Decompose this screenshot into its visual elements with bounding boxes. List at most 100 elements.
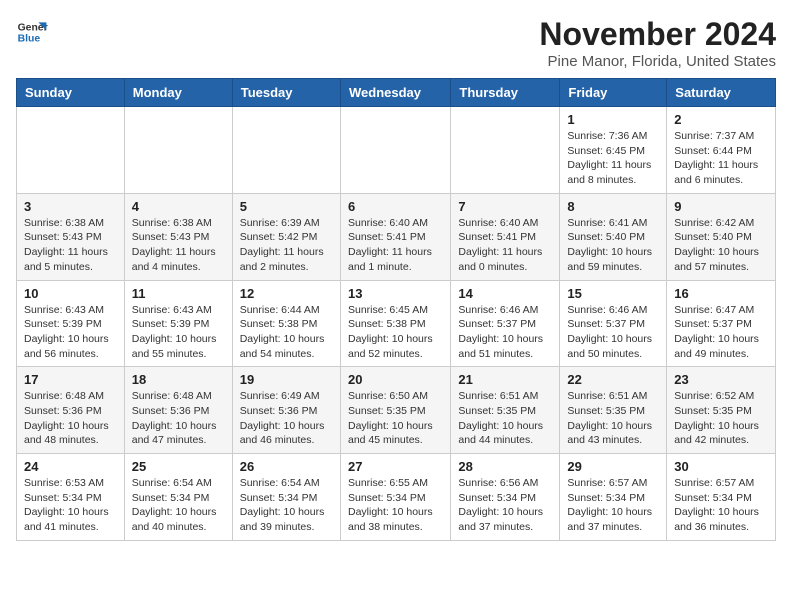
calendar-cell: 15 Sunrise: 6:46 AMSunset: 5:37 PMDayligh… [560, 280, 667, 367]
day-number: 25 [132, 459, 225, 474]
day-info: Sunrise: 7:36 AMSunset: 6:45 PMDaylight:… [567, 129, 659, 188]
calendar-cell: 2Sunrise: 7:37 AMSunset: 6:44 PMDaylight… [667, 107, 776, 194]
day-number: 15 [567, 286, 659, 301]
calendar-cell [451, 107, 560, 194]
weekday-header-saturday: Saturday [667, 79, 776, 107]
calendar-cell: 16 Sunrise: 6:47 AMSunset: 5:37 PMDayligh… [667, 280, 776, 367]
calendar-cell: 6Sunrise: 6:40 AMSunset: 5:41 PMDaylight… [340, 193, 450, 280]
day-number: 9 [674, 199, 768, 214]
day-info: Sunrise: 6:48 AMSunset: 5:36 PMDaylight:… [24, 389, 117, 448]
calendar-cell: 20 Sunrise: 6:50 AMSunset: 5:35 PMDayligh… [340, 367, 450, 454]
weekday-header-thursday: Thursday [451, 79, 560, 107]
day-info: Sunrise: 6:51 AMSunset: 5:35 PMDaylight:… [567, 389, 659, 448]
day-info: Sunrise: 6:52 AMSunset: 5:35 PMDaylight:… [674, 389, 768, 448]
calendar-cell [124, 107, 232, 194]
day-number: 23 [674, 372, 768, 387]
calendar-cell: 25 Sunrise: 6:54 AMSunset: 5:34 PMDayligh… [124, 454, 232, 541]
logo: General Blue [16, 16, 48, 48]
calendar-cell [340, 107, 450, 194]
day-number: 14 [458, 286, 552, 301]
day-info: Sunrise: 6:41 AMSunset: 5:40 PMDaylight:… [567, 216, 659, 275]
calendar-cell: 11 Sunrise: 6:43 AMSunset: 5:39 PMDayligh… [124, 280, 232, 367]
day-number: 6 [348, 199, 443, 214]
page-header: General Blue November 2024 Pine Manor, F… [16, 16, 776, 70]
svg-text:Blue: Blue [18, 34, 41, 45]
calendar-table: SundayMondayTuesdayWednesdayThursdayFrid… [16, 78, 776, 541]
day-info: Sunrise: 6:40 AMSunset: 5:41 PMDaylight:… [458, 216, 552, 275]
day-number: 5 [240, 199, 333, 214]
day-info: Sunrise: 6:50 AMSunset: 5:35 PMDaylight:… [348, 389, 443, 448]
weekday-header-row: SundayMondayTuesdayWednesdayThursdayFrid… [17, 79, 776, 107]
calendar-week-row: 10 Sunrise: 6:43 AMSunset: 5:39 PMDayligh… [17, 280, 776, 367]
day-info: Sunrise: 6:54 AMSunset: 5:34 PMDaylight:… [132, 476, 225, 535]
day-number: 16 [674, 286, 768, 301]
day-number: 30 [674, 459, 768, 474]
calendar-cell: 19 Sunrise: 6:49 AMSunset: 5:36 PMDayligh… [232, 367, 340, 454]
day-number: 7 [458, 199, 552, 214]
day-number: 12 [240, 286, 333, 301]
day-info: Sunrise: 6:57 AMSunset: 5:34 PMDaylight:… [674, 476, 768, 535]
calendar-cell: 18 Sunrise: 6:48 AMSunset: 5:36 PMDayligh… [124, 367, 232, 454]
day-info: Sunrise: 6:47 AMSunset: 5:37 PMDaylight:… [674, 303, 768, 362]
calendar-cell: 9 Sunrise: 6:42 AMSunset: 5:40 PMDaylight… [667, 193, 776, 280]
day-number: 22 [567, 372, 659, 387]
calendar-week-row: 3 Sunrise: 6:38 AMSunset: 5:43 PMDaylight… [17, 193, 776, 280]
day-info: Sunrise: 6:38 AMSunset: 5:43 PMDaylight:… [24, 216, 117, 275]
day-info: Sunrise: 6:42 AMSunset: 5:40 PMDaylight:… [674, 216, 768, 275]
calendar-cell: 29 Sunrise: 6:57 AMSunset: 5:34 PMDayligh… [560, 454, 667, 541]
day-info: Sunrise: 6:38 AMSunset: 5:43 PMDaylight:… [132, 216, 225, 275]
day-number: 8 [567, 199, 659, 214]
day-info: Sunrise: 6:46 AMSunset: 5:37 PMDaylight:… [567, 303, 659, 362]
day-number: 10 [24, 286, 117, 301]
calendar-cell: 5 Sunrise: 6:39 AMSunset: 5:42 PMDaylight… [232, 193, 340, 280]
day-info: Sunrise: 6:45 AMSunset: 5:38 PMDaylight:… [348, 303, 443, 362]
day-number: 27 [348, 459, 443, 474]
calendar-cell: 12 Sunrise: 6:44 AMSunset: 5:38 PMDayligh… [232, 280, 340, 367]
calendar-cell: 10Sunrise: 6:43 AMSunset: 5:39 PMDayligh… [17, 280, 125, 367]
day-info: Sunrise: 6:44 AMSunset: 5:38 PMDaylight:… [240, 303, 333, 362]
day-number: 29 [567, 459, 659, 474]
day-info: Sunrise: 6:57 AMSunset: 5:34 PMDaylight:… [567, 476, 659, 535]
calendar-cell: 21Sunrise: 6:51 AMSunset: 5:35 PMDayligh… [451, 367, 560, 454]
weekday-header-tuesday: Tuesday [232, 79, 340, 107]
calendar-week-row: 1Sunrise: 7:36 AMSunset: 6:45 PMDaylight… [17, 107, 776, 194]
calendar-week-row: 24 Sunrise: 6:53 AMSunset: 5:34 PMDayligh… [17, 454, 776, 541]
day-number: 13 [348, 286, 443, 301]
day-number: 11 [132, 286, 225, 301]
day-info: Sunrise: 6:43 AMSunset: 5:39 PMDaylight:… [132, 303, 225, 362]
calendar-cell: 7 Sunrise: 6:40 AMSunset: 5:41 PMDaylight… [451, 193, 560, 280]
day-number: 20 [348, 372, 443, 387]
day-number: 21 [458, 372, 552, 387]
calendar-cell: 23 Sunrise: 6:52 AMSunset: 5:35 PMDayligh… [667, 367, 776, 454]
calendar-cell: 3 Sunrise: 6:38 AMSunset: 5:43 PMDaylight… [17, 193, 125, 280]
day-info: Sunrise: 6:53 AMSunset: 5:34 PMDaylight:… [24, 476, 117, 535]
day-number: 24 [24, 459, 117, 474]
calendar-cell: 24 Sunrise: 6:53 AMSunset: 5:34 PMDayligh… [17, 454, 125, 541]
title-area: November 2024 Pine Manor, Florida, Unite… [539, 16, 776, 70]
day-info: Sunrise: 6:48 AMSunset: 5:36 PMDaylight:… [132, 389, 225, 448]
day-number: 28 [458, 459, 552, 474]
calendar-cell [17, 107, 125, 194]
calendar-cell: 27 Sunrise: 6:55 AMSunset: 5:34 PMDayligh… [340, 454, 450, 541]
calendar-cell [232, 107, 340, 194]
day-number: 17 [24, 372, 117, 387]
day-number: 18 [132, 372, 225, 387]
calendar-cell: 1Sunrise: 7:36 AMSunset: 6:45 PMDaylight… [560, 107, 667, 194]
day-number: 26 [240, 459, 333, 474]
calendar-cell: 13 Sunrise: 6:45 AMSunset: 5:38 PMDayligh… [340, 280, 450, 367]
weekday-header-friday: Friday [560, 79, 667, 107]
day-info: Sunrise: 6:39 AMSunset: 5:42 PMDaylight:… [240, 216, 333, 275]
calendar-cell: 22 Sunrise: 6:51 AMSunset: 5:35 PMDayligh… [560, 367, 667, 454]
day-info: Sunrise: 7:37 AMSunset: 6:44 PMDaylight:… [674, 129, 768, 188]
day-number: 19 [240, 372, 333, 387]
day-info: Sunrise: 6:56 AMSunset: 5:34 PMDaylight:… [458, 476, 552, 535]
weekday-header-monday: Monday [124, 79, 232, 107]
calendar-cell: 26Sunrise: 6:54 AMSunset: 5:34 PMDayligh… [232, 454, 340, 541]
weekday-header-sunday: Sunday [17, 79, 125, 107]
day-info: Sunrise: 6:49 AMSunset: 5:36 PMDaylight:… [240, 389, 333, 448]
location-title: Pine Manor, Florida, United States [539, 53, 776, 70]
calendar-cell: 30 Sunrise: 6:57 AMSunset: 5:34 PMDayligh… [667, 454, 776, 541]
day-number: 3 [24, 199, 117, 214]
weekday-header-wednesday: Wednesday [340, 79, 450, 107]
day-info: Sunrise: 6:55 AMSunset: 5:34 PMDaylight:… [348, 476, 443, 535]
